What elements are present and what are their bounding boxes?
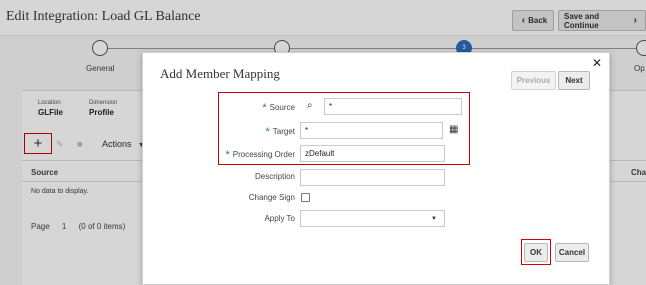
description-label: Description [254,172,295,181]
change-sign-checkbox[interactable] [301,193,310,202]
processing-order-label-text: Processing Order [232,150,295,159]
source-label-text: Source [269,103,295,112]
required-marker: * [265,126,270,138]
description-input[interactable] [300,169,445,186]
required-marker: * [225,149,230,161]
apply-to-label: Apply To [264,214,295,223]
required-marker: * [262,102,267,114]
ok-button[interactable]: OK [524,243,548,262]
target-label-text: Target [272,127,295,136]
processing-order-input[interactable]: zDefault [300,145,445,162]
member-selector-icon[interactable]: ▦ [449,124,458,135]
processing-order-label: * Processing Order [145,148,295,161]
search-icon[interactable]: ⌕ [307,100,313,111]
change-sign-label: Change Sign [248,193,295,202]
source-input[interactable]: * [324,98,462,115]
dialog-title: Add Member Mapping [160,66,280,81]
add-member-mapping-dialog: Add Member Mapping ✕ Previous Next * Sour… [142,52,610,285]
target-input[interactable]: * [300,122,443,139]
source-label: * Source [145,101,295,114]
close-icon[interactable]: ✕ [592,56,602,70]
next-button[interactable]: Next [558,71,590,90]
apply-to-select[interactable] [300,210,445,227]
target-label: * Target [145,125,295,138]
caret-down-icon: ▼ [431,216,437,222]
previous-button[interactable]: Previous [511,71,556,90]
cancel-button[interactable]: Cancel [555,243,589,262]
